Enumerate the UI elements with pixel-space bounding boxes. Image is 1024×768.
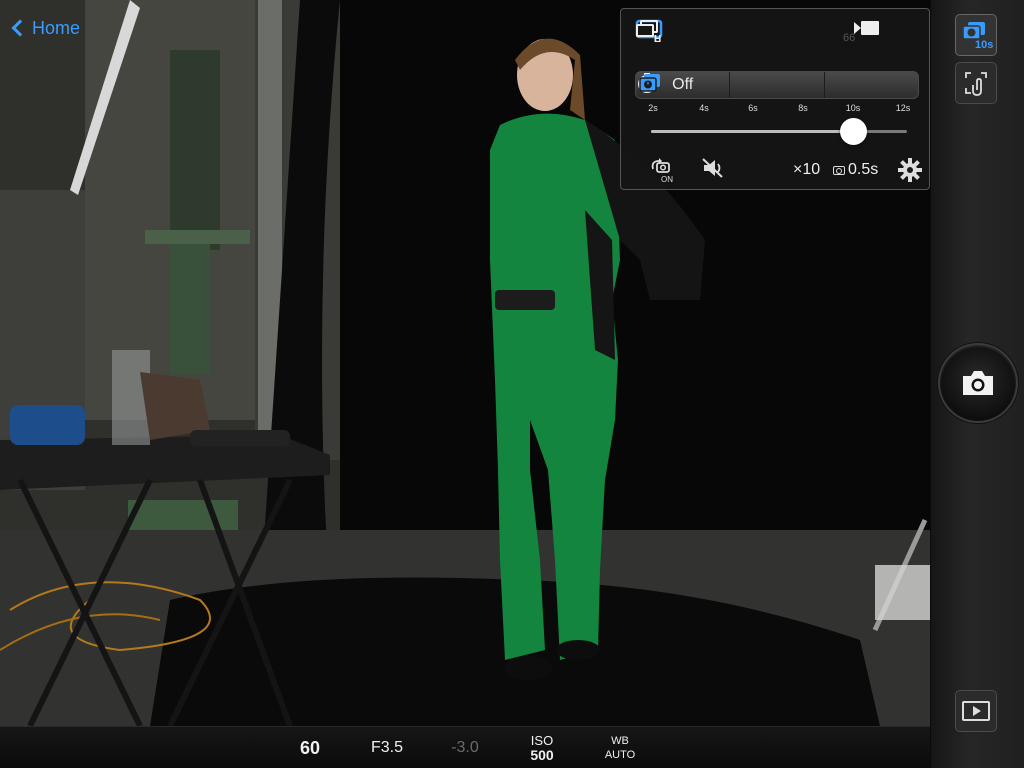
chevron-left-icon — [11, 19, 29, 37]
camera-mini-icon — [833, 165, 845, 175]
camera-icon — [963, 371, 993, 395]
timer-step-label: 8s — [798, 103, 808, 113]
camera-sidebar: 10s — [930, 0, 1024, 768]
white-balance-setting[interactable]: WB AUTO — [596, 727, 644, 768]
play-icon — [962, 701, 990, 721]
burst-low-icon: L — [636, 20, 660, 43]
timer-slider-fill — [651, 130, 853, 133]
drive-mode-row: H L 66 — [635, 19, 915, 59]
timer-step-label: 4s — [699, 103, 709, 113]
timer-slider-thumb[interactable] — [840, 118, 867, 145]
shutter-button[interactable] — [938, 343, 1018, 423]
interval-timer-icon — [639, 74, 660, 92]
exposure-comp-value[interactable]: -3.0 — [440, 727, 490, 768]
timer-step-label: 12s — [895, 103, 911, 113]
self-timer-button[interactable] — [638, 72, 825, 98]
interval-drive-icon: 10s — [962, 22, 993, 50]
live-view[interactable]: Home H L 66 Off 2s 4s 6s 8s 10s 12s ON ×… — [0, 0, 930, 726]
continuous-high-button[interactable]: H — [636, 19, 771, 59]
home-link-label: Home — [32, 17, 81, 38]
interval-value: 0.5s — [848, 161, 879, 178]
timer-step-label: 2s — [648, 103, 658, 113]
drive-panel-footer: ON ×10 0.5s — [635, 157, 922, 183]
iso-setting[interactable]: ISO 500 — [520, 727, 564, 768]
interval-readout: 0.5s — [833, 157, 878, 183]
home-link[interactable]: Home — [8, 16, 80, 40]
af-on-label: ON — [661, 175, 673, 183]
shots-count: ×10 — [793, 161, 821, 178]
iso-value: 500 — [530, 747, 554, 763]
timer-step-label: 10s — [845, 103, 861, 113]
af-on-icon: ON — [651, 158, 673, 183]
exposure-status-bar: 60 F3.5 -3.0 ISO 500 WB AUTO — [0, 726, 930, 768]
iso-label: ISO — [530, 733, 554, 748]
timer-segmented-control: Off — [635, 71, 919, 99]
touch-af-button[interactable] — [955, 62, 997, 104]
drive-mode-panel: H L 66 Off 2s 4s 6s 8s 10s 12s ON ×10 0.… — [620, 8, 930, 190]
speaker-mute-icon — [702, 158, 723, 178]
drive-mode-button[interactable]: 10s — [955, 14, 997, 56]
timer-step-label: 6s — [748, 103, 758, 113]
timer-slider[interactable] — [651, 118, 907, 145]
drive-badge: 10s — [975, 39, 993, 50]
svg-text:L: L — [654, 34, 660, 43]
timer-slider-labels: 2s 4s 6s 8s 10s 12s — [643, 103, 913, 115]
playback-button[interactable] — [955, 690, 997, 732]
interval-timer-button[interactable] — [639, 72, 918, 98]
timer-off-label: Off — [672, 76, 694, 93]
movie-button[interactable]: 66 — [839, 19, 907, 59]
shutter-speed-value[interactable]: 60 — [288, 727, 332, 768]
movie-camera-icon — [854, 21, 879, 35]
aperture-value[interactable]: F3.5 — [362, 727, 412, 768]
wb-label: WB — [611, 735, 629, 747]
continuous-low-button[interactable]: L — [636, 19, 839, 59]
touch-focus-icon — [965, 72, 987, 96]
gear-icon — [898, 158, 922, 182]
wb-value: AUTO — [604, 749, 636, 761]
